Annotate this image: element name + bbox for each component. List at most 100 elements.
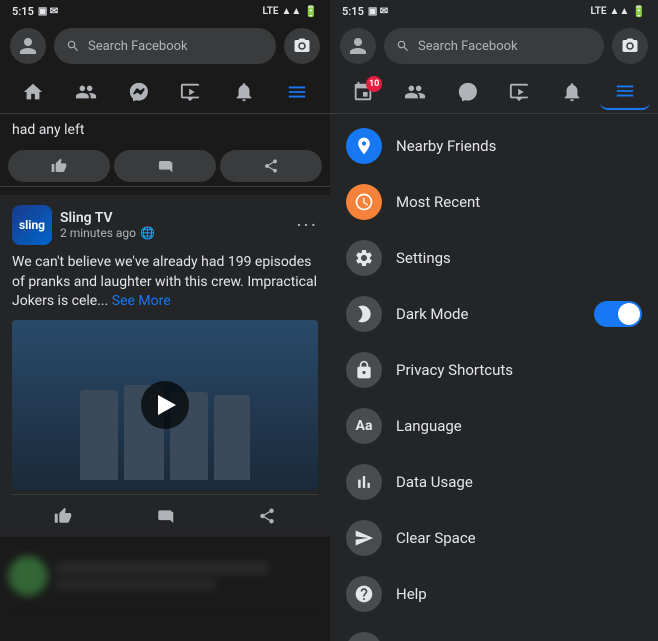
- send-icon: [354, 528, 374, 548]
- menu-item-clear-space[interactable]: Clear Space: [330, 510, 658, 566]
- friends-icon-right: [404, 81, 426, 103]
- signal-right: ▲▲: [610, 6, 630, 17]
- nav-bar-left: [0, 70, 330, 114]
- camera-button-left[interactable]: [284, 28, 320, 64]
- messenger-icon: [128, 81, 150, 103]
- nav-menu[interactable]: [271, 74, 322, 110]
- post-image[interactable]: [12, 320, 318, 490]
- status-right-icons-right: LTE ▲▲ 🔋: [590, 5, 646, 18]
- see-more-link[interactable]: See More: [112, 293, 171, 309]
- data-usage-label: Data Usage: [396, 473, 642, 491]
- battery-left: 🔋: [304, 5, 318, 18]
- nav-home[interactable]: [8, 74, 59, 110]
- menu-item-privacy[interactable]: Privacy Shortcuts: [330, 342, 658, 398]
- play-button[interactable]: [141, 381, 189, 429]
- user-icon-right: [348, 36, 368, 56]
- notifications-icon: [233, 81, 255, 103]
- comment-btn-prev[interactable]: [114, 150, 216, 182]
- share-button[interactable]: [216, 499, 318, 533]
- menu-icon-left: [286, 81, 308, 103]
- aa-text: Aa: [356, 418, 373, 434]
- blurred-avatar: [8, 556, 48, 596]
- lte-right: LTE: [590, 6, 606, 17]
- menu-item-data-usage[interactable]: Data Usage: [330, 454, 658, 510]
- user-icon-left: [18, 36, 38, 56]
- time-right: 5:15: [342, 5, 364, 18]
- menu-item-most-recent[interactable]: Most Recent: [330, 174, 658, 230]
- camera-icon-left: [293, 37, 311, 55]
- like-btn-prev[interactable]: [8, 150, 110, 182]
- nav-right-bell[interactable]: [547, 74, 597, 110]
- status-bar-left: 5:15 ▣ ✉ LTE ▲▲ 🔋: [0, 0, 330, 22]
- post-more-button[interactable]: ···: [296, 213, 318, 237]
- had-left-text: had any left: [0, 114, 330, 146]
- nav-right-messenger[interactable]: [443, 74, 493, 110]
- privacy-icon: [346, 352, 382, 388]
- clear-space-icon: [346, 520, 382, 556]
- dark-mode-label: Dark Mode: [396, 305, 580, 323]
- notification-badge: 10: [366, 76, 382, 92]
- gear-icon: [354, 248, 374, 268]
- top-bar-right: Search Facebook: [330, 22, 658, 70]
- post-author-name: Sling TV: [60, 210, 155, 226]
- nav-messenger[interactable]: [113, 74, 164, 110]
- nav-notifications[interactable]: [219, 74, 270, 110]
- privacy-label: Privacy Shortcuts: [396, 361, 642, 379]
- search-icon-right: [396, 39, 410, 53]
- nav-bar-right: 10: [330, 70, 658, 114]
- user-avatar-right[interactable]: [340, 28, 376, 64]
- menu-item-settings[interactable]: Settings: [330, 230, 658, 286]
- share-btn-prev[interactable]: [220, 150, 322, 182]
- search-placeholder-left: Search Facebook: [88, 39, 188, 54]
- nav-friends[interactable]: [61, 74, 112, 110]
- menu-item-help[interactable]: Help: [330, 566, 658, 622]
- clear-space-label: Clear Space: [396, 529, 642, 547]
- camera-icon-right: [621, 37, 639, 55]
- post-area: had any left sling Sling TV: [0, 114, 330, 641]
- dark-mode-toggle[interactable]: [594, 301, 642, 327]
- user-avatar-left[interactable]: [10, 28, 46, 64]
- nav-watch[interactable]: [166, 74, 217, 110]
- like-button[interactable]: [12, 499, 114, 533]
- nav-right-friends[interactable]: [390, 74, 440, 110]
- comment-button[interactable]: [114, 499, 216, 533]
- comment-icon-prev: [157, 158, 173, 174]
- camera-button-right[interactable]: [612, 28, 648, 64]
- friends-icon: [75, 81, 97, 103]
- search-placeholder-right: Search Facebook: [418, 39, 518, 54]
- language-label: Language: [396, 417, 642, 435]
- menu-item-dark-mode[interactable]: Dark Mode: [330, 286, 658, 342]
- dark-mode-icon: [346, 296, 382, 332]
- blurred-line-1: [56, 562, 269, 574]
- status-icons-left: ▣ ✉: [38, 6, 58, 17]
- data-usage-icon: [346, 464, 382, 500]
- post-actions: [12, 494, 318, 537]
- search-bar-left[interactable]: Search Facebook: [54, 28, 276, 64]
- nearby-friends-label: Nearby Friends: [396, 137, 642, 155]
- person-4: [214, 395, 250, 480]
- menu-item-about[interactable]: About: [330, 622, 658, 641]
- share-icon: [258, 507, 276, 525]
- lock-icon: [354, 360, 374, 380]
- menu-item-nearby-friends[interactable]: Nearby Friends: [330, 118, 658, 174]
- signal-left: ▲▲: [282, 6, 302, 17]
- most-recent-label: Most Recent: [396, 193, 642, 211]
- share-icon-prev: [263, 158, 279, 174]
- nav-right-watch[interactable]: [495, 74, 545, 110]
- menu-icon-right: [614, 80, 636, 102]
- search-bar-right[interactable]: Search Facebook: [384, 28, 604, 64]
- battery-right: 🔋: [632, 5, 646, 18]
- thumb-up-icon: [51, 158, 67, 174]
- sling-tv-post: sling Sling TV 2 minutes ago 🌐 ··· We ca…: [0, 195, 330, 537]
- nav-right-menu[interactable]: [600, 74, 650, 110]
- sling-logo: sling: [12, 205, 52, 245]
- messenger-icon-right: [457, 81, 479, 103]
- nav-right-notifications[interactable]: 10: [338, 74, 388, 110]
- menu-item-language[interactable]: Aa Language: [330, 398, 658, 454]
- time-left: 5:15: [12, 5, 34, 18]
- post-header: sling Sling TV 2 minutes ago 🌐 ···: [12, 205, 318, 245]
- post-meta: 2 minutes ago 🌐: [60, 226, 155, 240]
- video-icon-right: [509, 81, 531, 103]
- settings-icon: [346, 240, 382, 276]
- comment-icon: [156, 507, 174, 525]
